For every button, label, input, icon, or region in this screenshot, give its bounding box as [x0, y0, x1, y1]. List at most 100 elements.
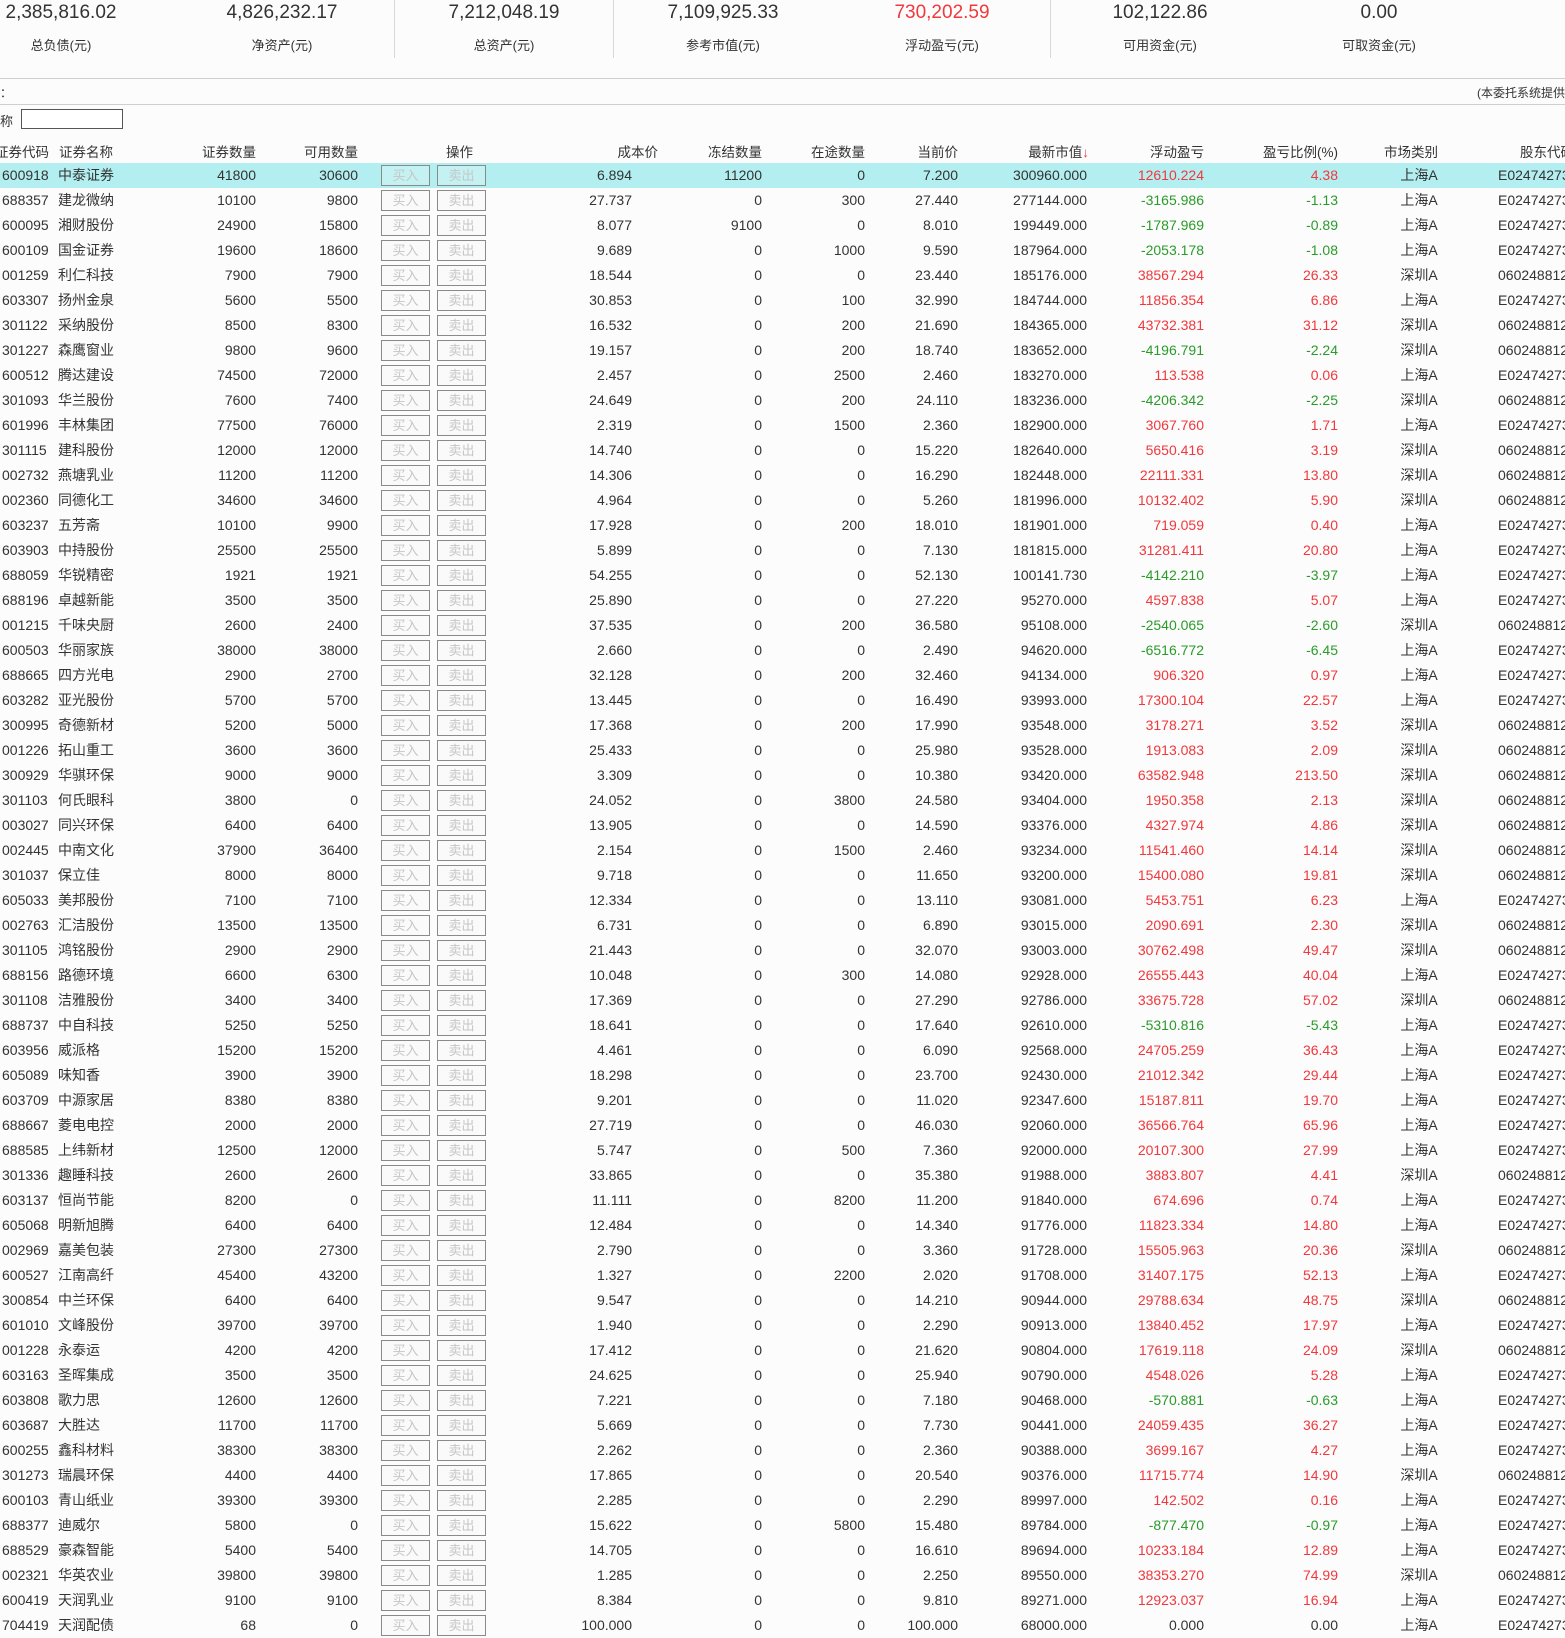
buy-button[interactable]: 买入 [381, 365, 430, 386]
sell-button[interactable]: 卖出 [437, 1465, 486, 1486]
buy-button[interactable]: 买入 [381, 1415, 430, 1436]
buy-button[interactable]: 买入 [381, 1290, 430, 1311]
buy-button[interactable]: 买入 [381, 1265, 430, 1286]
buy-button[interactable]: 买入 [381, 640, 430, 661]
sell-button[interactable]: 卖出 [437, 615, 486, 636]
table-row[interactable]: 600512 腾达建设 74500 72000 2.457 0 2500 2.460 18327… [0, 363, 1565, 388]
buy-button[interactable]: 买入 [381, 490, 430, 511]
table-row[interactable]: 300854 中兰环保 6400 6400 9.547 0 0 14.210 90944.000… [0, 1288, 1565, 1313]
buy-button[interactable]: 买入 [381, 765, 430, 786]
buy-button[interactable]: 买入 [381, 190, 430, 211]
sell-button[interactable]: 卖出 [437, 1340, 486, 1361]
buy-button[interactable]: 买入 [381, 265, 430, 286]
buy-button[interactable]: 买入 [381, 1240, 430, 1261]
buy-button[interactable]: 买入 [381, 790, 430, 811]
sell-button[interactable]: 卖出 [437, 590, 486, 611]
sell-button[interactable]: 卖出 [437, 1390, 486, 1411]
table-row[interactable]: 002763 汇洁股份 13500 13500 6.731 0 0 6.890 93015.00… [0, 913, 1565, 938]
table-row[interactable]: 603808 歌力思 12600 12600 7.221 0 0 7.180 90468.000… [0, 1388, 1565, 1413]
sell-button[interactable]: 卖出 [437, 1415, 486, 1436]
sell-button[interactable]: 卖出 [437, 915, 486, 936]
header-avail[interactable]: 可用数量 [304, 141, 358, 161]
table-row[interactable]: 688059 华锐精密 1921 1921 54.255 0 0 52.130 100141.7… [0, 563, 1565, 588]
header-code[interactable]: 证券代码 [0, 141, 49, 161]
table-row[interactable]: 002321 华英农业 39800 39800 1.285 0 0 2.250 89550.00… [0, 1563, 1565, 1588]
buy-button[interactable]: 买入 [381, 1490, 430, 1511]
buy-button[interactable]: 买入 [381, 740, 430, 761]
sell-button[interactable]: 卖出 [437, 165, 486, 186]
table-row[interactable]: 301105 鸿铭股份 2900 2900 21.443 0 0 32.070 93003.00… [0, 938, 1565, 963]
sell-button[interactable]: 卖出 [437, 1515, 486, 1536]
buy-button[interactable]: 买入 [381, 840, 430, 861]
table-row[interactable]: 603687 大胜达 11700 11700 5.669 0 0 7.730 90441.000… [0, 1413, 1565, 1438]
buy-button[interactable]: 买入 [381, 1040, 430, 1061]
table-row[interactable]: 603903 中持股份 25500 25500 5.899 0 0 7.130 181815.0… [0, 538, 1565, 563]
sell-button[interactable]: 卖出 [437, 1090, 486, 1111]
table-row[interactable]: 605068 明新旭腾 6400 6400 12.484 0 0 14.340 91776.00… [0, 1213, 1565, 1238]
header-frozen[interactable]: 冻结数量 [708, 141, 762, 161]
table-row[interactable]: 688529 豪森智能 5400 5400 14.705 0 0 16.610 89694.00… [0, 1538, 1565, 1563]
sell-button[interactable]: 卖出 [437, 1165, 486, 1186]
buy-button[interactable]: 买入 [381, 890, 430, 911]
sell-button[interactable]: 卖出 [437, 290, 486, 311]
sell-button[interactable]: 卖出 [437, 940, 486, 961]
buy-button[interactable]: 买入 [381, 1140, 430, 1161]
buy-button[interactable]: 买入 [381, 340, 430, 361]
sell-button[interactable]: 卖出 [437, 765, 486, 786]
buy-button[interactable]: 买入 [381, 1115, 430, 1136]
sell-button[interactable]: 卖出 [437, 1490, 486, 1511]
buy-button[interactable]: 买入 [381, 1565, 430, 1586]
buy-button[interactable]: 买入 [381, 1165, 430, 1186]
sell-button[interactable]: 卖出 [437, 815, 486, 836]
sell-button[interactable]: 卖出 [437, 1565, 486, 1586]
header-cost[interactable]: 成本价 [618, 141, 659, 161]
table-row[interactable]: 002360 同德化工 34600 34600 4.964 0 0 5.260 181996.0… [0, 488, 1565, 513]
sell-button[interactable]: 卖出 [437, 740, 486, 761]
table-row[interactable]: 603137 恒尚节能 8200 0 11.111 0 8200 11.200 91840.00… [0, 1188, 1565, 1213]
sell-button[interactable]: 卖出 [437, 990, 486, 1011]
buy-button[interactable]: 买入 [381, 865, 430, 886]
table-row[interactable]: 301093 华兰股份 7600 7400 24.649 0 200 24.110 183236… [0, 388, 1565, 413]
table-row[interactable]: 300929 华骐环保 9000 9000 3.309 0 0 10.380 93420.000… [0, 763, 1565, 788]
buy-button[interactable]: 买入 [381, 665, 430, 686]
sell-button[interactable]: 卖出 [437, 1440, 486, 1461]
sell-button[interactable]: 卖出 [437, 965, 486, 986]
table-row[interactable]: 600503 华丽家族 38000 38000 2.660 0 0 2.490 94620.00… [0, 638, 1565, 663]
header-qty[interactable]: 证券数量 [202, 141, 256, 161]
sell-button[interactable]: 卖出 [437, 1315, 486, 1336]
sell-button[interactable]: 卖出 [437, 315, 486, 336]
table-row[interactable]: 600419 天润乳业 9100 9100 8.384 0 0 9.810 89271.000 1… [0, 1588, 1565, 1613]
table-row[interactable]: 301108 洁雅股份 3400 3400 17.369 0 0 27.290 92786.00… [0, 988, 1565, 1013]
table-row[interactable]: 600095 湘财股份 24900 15800 8.077 9100 0 8.010 19944… [0, 213, 1565, 238]
table-row[interactable]: 301336 趣睡科技 2600 2600 33.865 0 0 35.380 91988.00… [0, 1163, 1565, 1188]
table-row[interactable]: 688737 中自科技 5250 5250 18.641 0 0 17.640 92610.00… [0, 1013, 1565, 1038]
sell-button[interactable]: 卖出 [437, 465, 486, 486]
table-row[interactable]: 001215 千味央厨 2600 2400 37.535 0 200 36.580 95108.… [0, 613, 1565, 638]
table-row[interactable]: 688585 上纬新材 12500 12000 5.747 0 500 7.360 92000.… [0, 1138, 1565, 1163]
sell-button[interactable]: 卖出 [437, 415, 486, 436]
sell-button[interactable]: 卖出 [437, 390, 486, 411]
table-row[interactable]: 688377 迪威尔 5800 0 15.622 0 5800 15.480 89784.000… [0, 1513, 1565, 1538]
buy-button[interactable]: 买入 [381, 465, 430, 486]
table-row[interactable]: 603709 中源家居 8380 8380 9.201 0 0 11.020 92347.600… [0, 1088, 1565, 1113]
table-row[interactable]: 605033 美邦股份 7100 7100 12.334 0 0 13.110 93081.00… [0, 888, 1565, 913]
header-holder[interactable]: 股东代码 [1520, 141, 1565, 161]
buy-button[interactable]: 买入 [381, 1065, 430, 1086]
table-row[interactable]: 600255 鑫科材料 38300 38300 2.262 0 0 2.360 90388.00… [0, 1438, 1565, 1463]
buy-button[interactable]: 买入 [381, 1515, 430, 1536]
table-row[interactable]: 301227 森鹰窗业 9800 9600 19.157 0 200 18.740 183652… [0, 338, 1565, 363]
table-row[interactable]: 688665 四方光电 2900 2700 32.128 0 200 32.460 94134.… [0, 663, 1565, 688]
buy-button[interactable]: 买入 [381, 1540, 430, 1561]
table-row[interactable]: 600109 国金证券 19600 18600 9.689 0 1000 9.590 18796… [0, 238, 1565, 263]
buy-button[interactable]: 买入 [381, 590, 430, 611]
sell-button[interactable]: 卖出 [437, 790, 486, 811]
header-ratio[interactable]: 盈亏比例(%) [1263, 141, 1338, 161]
table-row[interactable]: 601996 丰林集团 77500 76000 2.319 0 1500 2.360 18290… [0, 413, 1565, 438]
table-row[interactable]: 003027 同兴环保 6400 6400 13.905 0 0 14.590 93376.00… [0, 813, 1565, 838]
buy-button[interactable]: 买入 [381, 540, 430, 561]
sell-button[interactable]: 卖出 [437, 490, 486, 511]
buy-button[interactable]: 买入 [381, 965, 430, 986]
buy-button[interactable]: 买入 [381, 1340, 430, 1361]
sell-button[interactable]: 卖出 [437, 1215, 486, 1236]
table-row[interactable]: 001228 永泰运 4200 4200 17.412 0 0 21.620 90804.000… [0, 1338, 1565, 1363]
